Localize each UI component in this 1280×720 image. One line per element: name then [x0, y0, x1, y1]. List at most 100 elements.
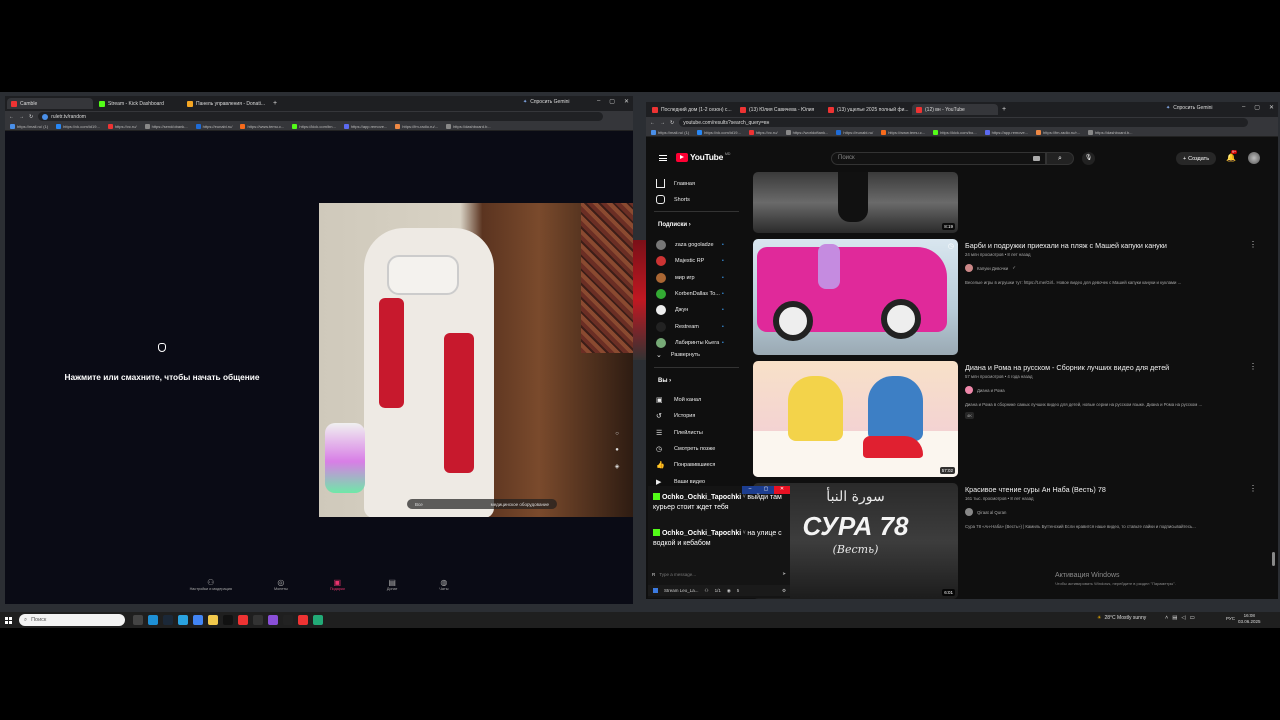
close-icon[interactable]: ✕: [624, 98, 629, 105]
back-icon[interactable]: ←: [9, 114, 14, 120]
bookmark-item[interactable]: https://app.remove...: [984, 129, 1028, 135]
task-view-icon[interactable]: [133, 615, 143, 625]
nav-chats[interactable]: ◍ Чаты: [439, 578, 448, 602]
nav-gifts[interactable]: ▣ Подарки: [330, 578, 345, 602]
maximize-icon[interactable]: ▢: [1254, 104, 1260, 111]
files-icon[interactable]: [208, 615, 218, 625]
bookmark-item[interactable]: https://app.remove...: [343, 123, 387, 129]
new-tab-button[interactable]: +: [273, 100, 277, 107]
more-options-icon[interactable]: ⋮: [1249, 240, 1257, 249]
youtube-app-icon[interactable]: [298, 615, 308, 625]
telegram-icon[interactable]: [178, 615, 188, 625]
bookmark-item[interactable]: https://send/obank...: [144, 123, 188, 129]
scrollbar[interactable]: [1272, 552, 1275, 566]
bookmark-item[interactable]: https://kick.com/bo...: [933, 129, 977, 135]
bookmark-item[interactable]: https://vc.ru/: [107, 123, 137, 129]
right-tab-3[interactable]: (13) ущелье 2025 полный фи...: [824, 104, 910, 115]
bookmark-item[interactable]: https://worldoftank...: [785, 129, 828, 135]
bookmark-item[interactable]: https://dashboard.b...: [1087, 129, 1133, 135]
app-green-icon[interactable]: [313, 615, 323, 625]
ring-icon[interactable]: ○: [615, 431, 619, 437]
bookmark-item[interactable]: https://fm-radio.ru/r...: [1036, 129, 1080, 135]
bookmark-item[interactable]: https://mail.ru/ (1): [651, 129, 689, 135]
right-gemini-button[interactable]: ✦ Спросить Gemini: [1166, 105, 1213, 111]
flag-icon[interactable]: ◈: [615, 463, 620, 470]
bookmark-item[interactable]: https://vk.com/id19...: [56, 123, 100, 129]
left-gemini-button[interactable]: ✦ Спросить Gemini: [523, 99, 570, 105]
clock-icon[interactable]: ◷: [948, 242, 954, 250]
left-tab-2[interactable]: Stream - Kick Dashboard: [95, 98, 181, 109]
chrome-icon[interactable]: [193, 615, 203, 625]
more-options-icon[interactable]: ⋮: [1249, 362, 1257, 371]
left-tab-1[interactable]: Camble: [7, 98, 93, 109]
right-url-field[interactable]: youtube.com/results?search_query=вн: [679, 118, 1248, 127]
bookmark-item[interactable]: https://eunabi.ru/: [195, 123, 232, 129]
notifications-bell[interactable]: 🔔 9+: [1226, 150, 1237, 162]
bookmark-item[interactable]: https://dashboard.b...: [446, 123, 491, 129]
settings-icon[interactable]: ⚙: [782, 588, 786, 594]
create-button[interactable]: + Создать: [1176, 152, 1216, 165]
bookmark-item[interactable]: https://eunabi.ru/: [836, 129, 873, 135]
app-red-icon[interactable]: [238, 615, 248, 625]
forward-icon[interactable]: →: [660, 120, 665, 126]
reload-icon[interactable]: ↻: [29, 114, 33, 120]
search-button[interactable]: ⌕: [1046, 152, 1074, 165]
edge-icon[interactable]: [148, 615, 158, 625]
right-tab-2[interactable]: (13) Юлия Савичева - Юлия: [736, 104, 822, 115]
bookmark-item[interactable]: https://vc.ru/: [748, 129, 778, 135]
video-thumbnail-1[interactable]: ◷: [753, 239, 958, 355]
chat-input[interactable]: R Type a message... ➤: [652, 569, 786, 579]
bookmark-item[interactable]: https://mail.ru/ (1): [10, 123, 48, 129]
minimize-icon[interactable]: –: [1242, 104, 1245, 111]
search-input[interactable]: Поиск: [831, 152, 1046, 165]
video-thumbnail-2[interactable]: 57:02: [753, 361, 958, 477]
back-icon[interactable]: ←: [650, 120, 655, 126]
video-title-1[interactable]: Барби и подружки приехали на пляж с Маше…: [965, 241, 1167, 250]
send-icon[interactable]: ➤: [782, 571, 786, 577]
bookmark-item[interactable]: https://fm-radio.ru/...: [395, 123, 438, 129]
video-title-3[interactable]: Красивое чтение суры Ан Наба (Весть) 78: [965, 485, 1106, 494]
nav-donate[interactable]: ▤ Донат: [387, 578, 398, 602]
voice-search-button[interactable]: 🎙: [1082, 152, 1095, 165]
bookmark-item[interactable]: https://www.temu.c...: [881, 129, 925, 135]
roulette-prompt-area[interactable]: Нажмите или смахните, чтобы начать общен…: [5, 132, 319, 572]
maximize-icon[interactable]: ▢: [609, 98, 615, 105]
bookmark-item[interactable]: https://www.temu.c...: [240, 123, 284, 129]
nav-coins[interactable]: ◎ Монеты: [274, 578, 288, 602]
close-icon[interactable]: ✕: [1269, 104, 1274, 111]
nav-settings[interactable]: ⚇ Настройки и модерация: [190, 578, 232, 602]
weather-widget[interactable]: ☀ 28°C Mostly sunny: [1097, 615, 1146, 621]
youtube-logo[interactable]: YouTube MD: [676, 152, 730, 162]
left-tab-3[interactable]: Панель управления - Donati...: [183, 98, 269, 109]
taskbar-search[interactable]: ⌕ Поиск: [19, 614, 125, 626]
keyboard-icon[interactable]: [1033, 156, 1040, 161]
menu-icon[interactable]: [659, 155, 667, 161]
forward-icon[interactable]: →: [19, 114, 24, 120]
windows-start-icon[interactable]: [5, 616, 12, 624]
dot-icon[interactable]: ●: [615, 447, 619, 453]
video-thumbnail-0[interactable]: 8:19: [753, 172, 958, 233]
language-indicator[interactable]: РУС: [1226, 616, 1235, 621]
video-channel-2[interactable]: Диана и Рома: [965, 386, 1005, 394]
tiktok-icon[interactable]: [223, 615, 233, 625]
bookmark-item[interactable]: https://vk.com/id19...: [697, 129, 741, 135]
bookmark-item[interactable]: https://kick.com/bn...: [292, 123, 336, 129]
obs-icon[interactable]: [253, 615, 263, 625]
tray-icons[interactable]: ˄ ▤ ◁ ▭: [1165, 615, 1195, 621]
clock[interactable]: 16:08 03.06.2025: [1238, 613, 1261, 625]
video-channel-3[interactable]: Qiraat al Quran: [965, 508, 1006, 516]
reload-icon[interactable]: ↻: [670, 120, 674, 126]
app-purple-icon[interactable]: [268, 615, 278, 625]
app-dark-icon[interactable]: [283, 615, 293, 625]
steam-icon[interactable]: [163, 615, 173, 625]
video-side-controls[interactable]: ○ ● ◈: [613, 431, 621, 479]
avatar[interactable]: [1248, 152, 1260, 164]
new-tab-button[interactable]: +: [1002, 106, 1006, 113]
more-options-icon[interactable]: ⋮: [1249, 484, 1257, 493]
video-title-2[interactable]: Диана и Рома на русском - Сборник лучших…: [965, 363, 1169, 372]
right-tab-1[interactable]: Последний дом (1-2 сезон) с...: [648, 104, 734, 115]
left-url-field[interactable]: ruletr.tv/random: [38, 112, 603, 121]
right-tab-4[interactable]: (12) вн - YouTube: [912, 104, 998, 115]
minimize-icon[interactable]: –: [597, 98, 600, 105]
video-channel-1[interactable]: Капуки Девочки ✓: [965, 264, 1016, 272]
